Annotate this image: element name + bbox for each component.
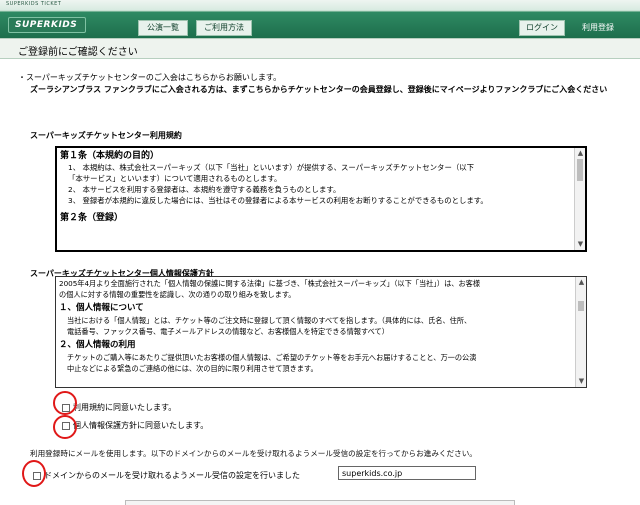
privacy-line: 中止などによる緊急のご連絡の他には、次の目的に限り利用させて頂きます。 [67, 364, 318, 373]
intro-line-1: ・スーパーキッズチケットセンターのご入会はこちらからお願いします。 [18, 73, 282, 82]
privacy-content: 2005年4月より全面施行された「個人情報の保護に関する法律」に基づき、「株式会… [59, 279, 571, 374]
privacy-section-2-title: ２、個人情報の利用 [59, 340, 136, 350]
page-title: ご登録前にご確認ください [18, 47, 138, 58]
nav-how-to-use-button[interactable]: ご利用方法 [196, 20, 252, 36]
agree-mail-label[interactable]: ドメインからのメールを受け取れるようメール受信の設定を行いました [44, 470, 300, 481]
terms-line: 2、 本サービスを利用する登録者は、本規約を遵守する義務を負うものとします。 [68, 185, 341, 194]
agree-privacy-label[interactable]: 個人情報保護方針に同意いたします。 [73, 420, 208, 431]
privacy-scroll-box[interactable]: 2005年4月より全面施行された「個人情報の保護に関する法律」に基づき、「株式会… [55, 276, 587, 388]
terms-article-2-title: 第２条（登録） [60, 213, 124, 223]
privacy-line: チケットのご購入等にあたりご提供頂いたお客様の個人情報は、ご希望のチケット等をお… [67, 353, 477, 362]
agree-privacy-row[interactable]: 個人情報保護方針に同意いたします。 [62, 420, 208, 431]
annotation-circle [22, 460, 46, 487]
privacy-line: 電話番号、ファックス番号、電子メールアドレスの情報など、お客様個人を特定できる情… [67, 327, 389, 336]
privacy-intro-line: 2005年4月より全面施行された「個人情報の保護に関する法律」に基づき、「株式会… [59, 279, 481, 288]
privacy-section-1-title: １、個人情報について [59, 303, 144, 313]
scroll-up-icon[interactable]: ▲ [576, 149, 585, 158]
scroll-down-icon[interactable]: ▼ [577, 377, 586, 386]
scroll-up-icon[interactable]: ▲ [577, 278, 586, 287]
terms-article-1-title: 第１条（本規約の目的） [60, 151, 160, 161]
scroll-down-icon[interactable]: ▼ [576, 240, 585, 249]
terms-line: 3、 登録者が本規約に違反した場合には、当社はその登録者による本サービスの利用を… [68, 196, 488, 205]
mail-note: 利用登録時にメールを使用します。以下のドメインからのメールを受け取れるようメール… [30, 449, 477, 458]
intro-line-2: ズーラシアンブラス ファンクラブにご入会される方は、まずこちらからチケットセンタ… [30, 85, 608, 94]
register-link[interactable]: 利用登録 [582, 22, 614, 33]
scrollbar-thumb[interactable] [578, 301, 584, 311]
annotation-circle [53, 415, 77, 439]
next-button-edge[interactable] [125, 500, 515, 505]
agree-terms-row[interactable]: 利用規約に同意いたします。 [62, 402, 176, 413]
terms-content: 第１条（本規約の目的） 1、 本規約は、株式会社スーパーキッズ（以下「当社」とい… [60, 150, 572, 224]
header-bar: SUPERKIDS TICKET SUPERKIDS 公演一覧 ご利用方法 ログ… [0, 0, 640, 38]
agree-terms-label[interactable]: 利用規約に同意いたします。 [73, 402, 176, 413]
privacy-intro-line: の個人に対する情報の重要性を認識し、次の通りの取り組みを致します。 [59, 289, 296, 299]
privacy-line: 当社における「個人情報」とは、チケット等のご注文時に登録して頂く情報のすべてを指… [67, 316, 472, 325]
terms-line: 「本サービス」といいます）について適用されるものとします。 [68, 174, 282, 183]
superkids-logo[interactable]: SUPERKIDS [8, 17, 86, 33]
login-button[interactable]: ログイン [519, 20, 565, 36]
page-title-bar: ご登録前にご確認ください [0, 38, 640, 59]
terms-scroll-box[interactable]: 第１条（本規約の目的） 1、 本規約は、株式会社スーパーキッズ（以下「当社」とい… [55, 146, 587, 252]
terms-line: 1、 本規約は、株式会社スーパーキッズ（以下「当社」といいます）が提供する、スー… [68, 163, 475, 172]
annotation-circle [53, 391, 77, 415]
logo-text: SUPERKIDS [15, 20, 78, 30]
terms-section-title: スーパーキッズチケットセンター利用規約 [30, 131, 182, 140]
privacy-scrollbar[interactable]: ▲ ▼ [575, 277, 586, 387]
domain-field[interactable] [338, 466, 476, 480]
terms-scrollbar[interactable]: ▲ ▼ [574, 148, 585, 250]
header-top-text: SUPERKIDS TICKET [6, 1, 62, 7]
scrollbar-thumb[interactable] [577, 159, 583, 181]
agree-mail-row[interactable]: ドメインからのメールを受け取れるようメール受信の設定を行いました [33, 470, 300, 481]
nav-performances-button[interactable]: 公演一覧 [138, 20, 188, 36]
